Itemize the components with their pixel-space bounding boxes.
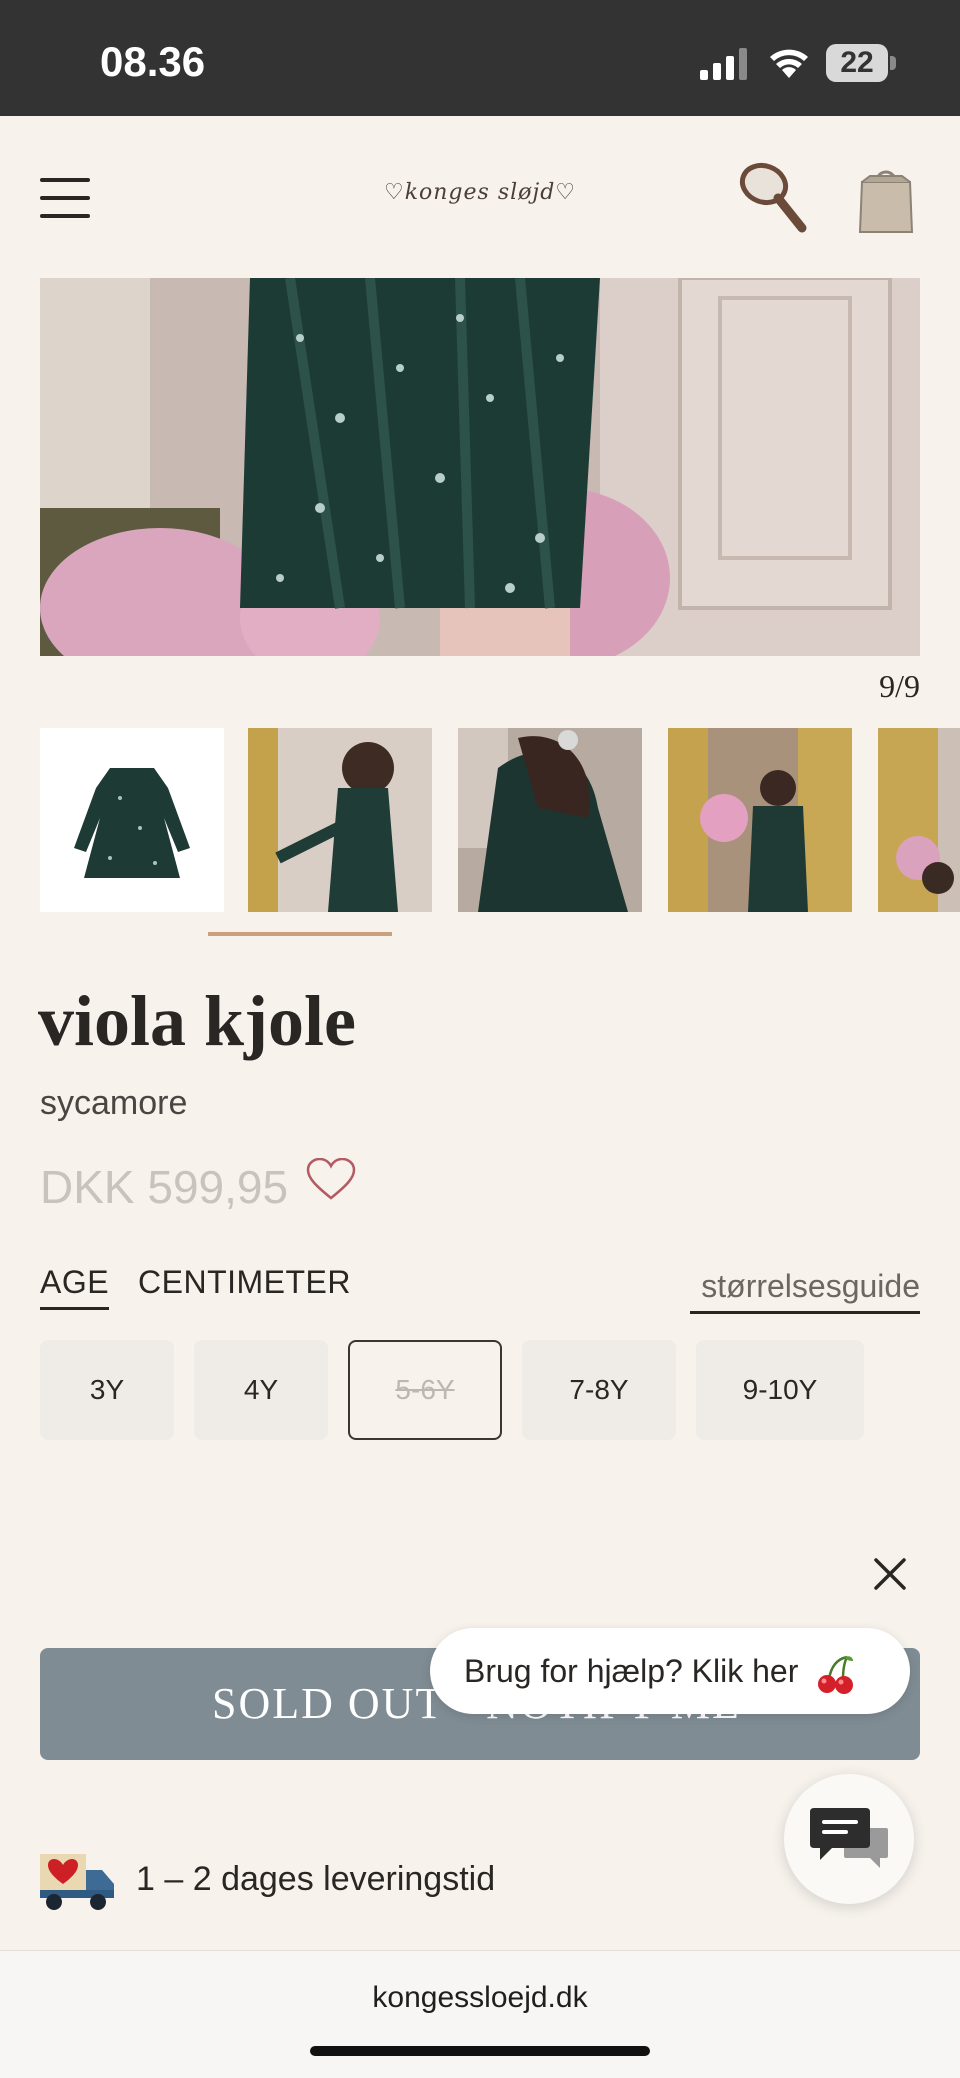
product-color: sycamore [40, 1084, 188, 1122]
product-hero-image[interactable] [40, 278, 920, 656]
chat-icon [810, 1808, 888, 1868]
help-bubble[interactable]: Brug for hjælp? Klik her [430, 1628, 910, 1714]
status-time: 08.36 [100, 38, 206, 85]
product-title: viola kjole [38, 981, 356, 1061]
truck-icon [40, 1854, 114, 1910]
search-icon[interactable] [734, 158, 810, 234]
help-bubble-text: Brug for hjælp? Klik her [464, 1653, 799, 1689]
size-option-7-8y[interactable]: 7-8Y [522, 1340, 676, 1440]
thumbnail-2[interactable] [248, 728, 432, 912]
chat-button[interactable] [784, 1774, 914, 1904]
delivery-text: 1 – 2 dages leveringstid [136, 1860, 496, 1898]
wifi-icon [770, 49, 808, 78]
size-option-4y[interactable]: 4Y [194, 1340, 328, 1440]
cherry-icon [818, 1655, 854, 1694]
heart-icon[interactable] [306, 1158, 356, 1200]
size-option-3y[interactable]: 3Y [40, 1340, 174, 1440]
active-thumbnail-indicator [208, 932, 392, 936]
signal-icon [700, 48, 747, 80]
delivery-info: 1 – 2 dages leveringstid [40, 1850, 740, 1914]
size-option-9-10y[interactable]: 9-10Y [696, 1340, 864, 1440]
thumbnail-5[interactable] [878, 728, 960, 912]
tab-centimeter[interactable]: CENTIMETER [138, 1264, 351, 1301]
close-icon[interactable] [872, 1556, 908, 1592]
battery-icon: 22 [826, 44, 896, 82]
thumbnail-strip [40, 728, 960, 938]
gallery-counter: 9/9 [879, 668, 920, 704]
thumbnail-4[interactable] [668, 728, 852, 912]
home-indicator [310, 2046, 650, 2056]
tab-age[interactable]: AGE [40, 1264, 110, 1310]
domain-label[interactable]: kongessloejd.dk [0, 1981, 960, 2015]
product-price: DKK 599,95 [40, 1161, 289, 1213]
browser-address-bar[interactable]: kongessloejd.dk [0, 1950, 960, 2078]
status-bar: 08.36 22 [0, 0, 960, 116]
menu-icon[interactable] [40, 178, 90, 218]
battery-level: 22 [840, 46, 874, 79]
size-guide-link[interactable]: størrelsesguide [690, 1268, 920, 1314]
site-header: ♡konges sløjd♡ [0, 116, 960, 278]
logo[interactable]: ♡konges sløjd♡ [380, 180, 580, 220]
size-option-5-6y[interactable]: 5-6Y [348, 1340, 502, 1440]
thumbnail-3[interactable] [458, 728, 642, 912]
thumbnail-1[interactable] [40, 728, 224, 912]
bag-icon[interactable] [856, 162, 916, 234]
